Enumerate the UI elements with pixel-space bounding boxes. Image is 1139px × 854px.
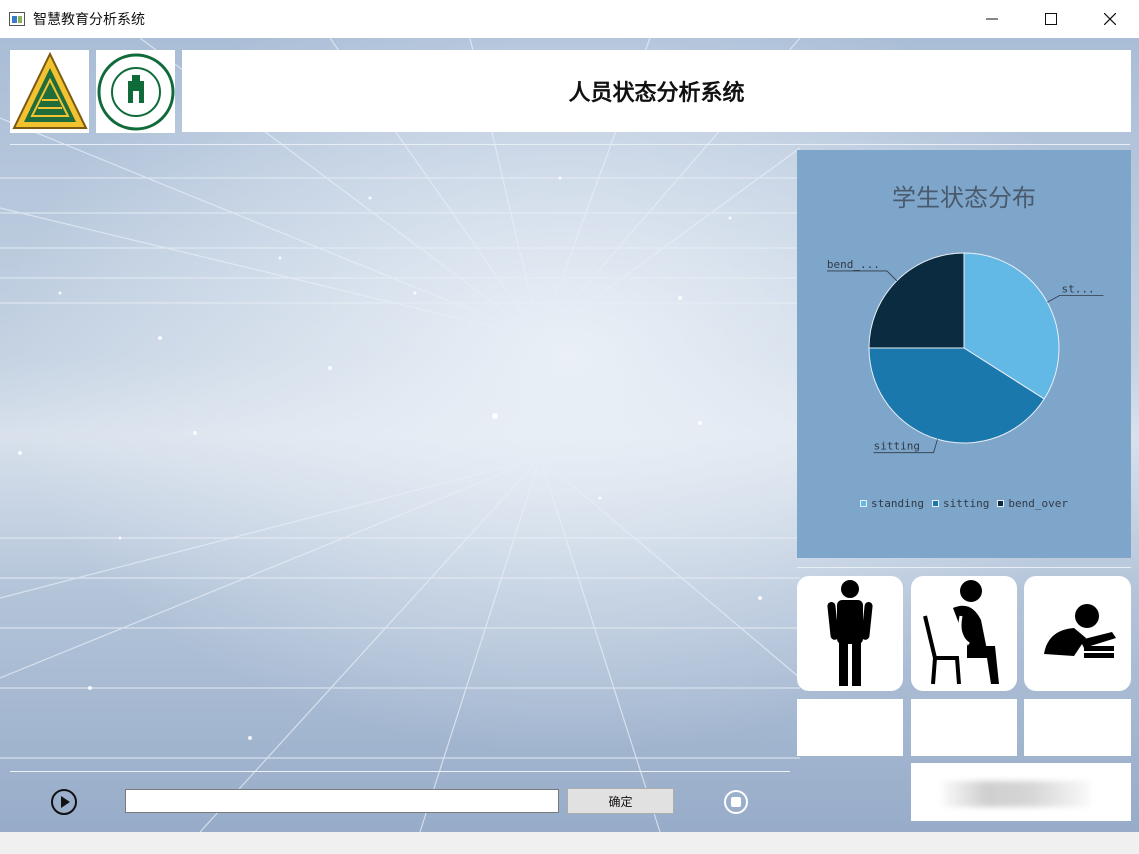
controls-divider bbox=[10, 771, 790, 772]
window-title: 智慧教育分析系统 bbox=[33, 12, 145, 28]
status-chart-panel: 学生状态分布 st... sitting bend_... standing sit… bbox=[797, 150, 1131, 558]
pie-leader-line bbox=[1047, 295, 1104, 303]
legend-swatch bbox=[932, 500, 939, 507]
confirm-button[interactable]: 确定 bbox=[567, 788, 674, 814]
sitting-person-icon bbox=[923, 580, 999, 685]
pie-slice-label: bend_... bbox=[827, 258, 880, 271]
app-icon bbox=[9, 12, 25, 26]
legend-label: sitting bbox=[943, 497, 990, 510]
stop-button[interactable] bbox=[724, 790, 748, 814]
maximize-icon bbox=[1044, 13, 1057, 25]
standing-status-card bbox=[797, 576, 903, 691]
chart-legend: standing sitting bend_over bbox=[797, 497, 1131, 510]
legend-swatch bbox=[997, 500, 1005, 507]
maximize-button[interactable] bbox=[1021, 0, 1080, 38]
page-title: 人员状态分析系统 bbox=[568, 81, 745, 106]
legend-item-bend-over: bend_over bbox=[997, 497, 1068, 510]
chart-divider bbox=[797, 567, 1131, 568]
sun-yat-sen-university-logo bbox=[96, 50, 175, 133]
school-logo bbox=[10, 50, 89, 133]
sitting-status-card bbox=[911, 576, 1017, 691]
legend-item-sitting: sitting bbox=[932, 497, 989, 510]
legend-label: bend_over bbox=[1008, 497, 1068, 510]
minimize-button[interactable] bbox=[962, 0, 1021, 38]
legend-item-standing: standing bbox=[860, 497, 924, 510]
sitting-count-box bbox=[911, 699, 1017, 756]
redacted-text bbox=[942, 781, 1090, 807]
legend-swatch bbox=[860, 500, 868, 507]
close-icon bbox=[1103, 13, 1116, 25]
pie-slice-label: sitting bbox=[874, 440, 920, 453]
standing-person-icon bbox=[827, 580, 873, 686]
window-title-bar: 智慧教育分析系统 bbox=[0, 0, 1139, 38]
minimize-icon bbox=[985, 18, 998, 20]
header-banner: 人员状态分析系统 bbox=[182, 50, 1131, 132]
window-bottom-strip bbox=[0, 832, 1139, 854]
bend-over-reading-icon bbox=[1044, 604, 1116, 658]
main-window: 人员状态分析系统 学生状态分布 st... sitting bend_... sta… bbox=[0, 38, 1139, 832]
close-button[interactable] bbox=[1080, 0, 1139, 38]
legend-label: standing bbox=[871, 497, 924, 510]
school-emblem-icon bbox=[11, 51, 88, 129]
info-box bbox=[911, 763, 1131, 821]
play-button[interactable] bbox=[51, 789, 77, 815]
pie-slice-bend-over bbox=[868, 252, 965, 349]
video-path-input[interactable] bbox=[125, 789, 559, 813]
bend-over-count-box bbox=[1024, 699, 1131, 756]
pie-leader-line bbox=[826, 270, 898, 282]
standing-count-box bbox=[797, 699, 903, 756]
video-display-area bbox=[0, 150, 790, 768]
pie-slice-label: st... bbox=[1062, 282, 1095, 295]
header-divider bbox=[10, 144, 1130, 145]
bend-over-status-card bbox=[1024, 576, 1131, 691]
university-seal-icon bbox=[97, 53, 174, 130]
